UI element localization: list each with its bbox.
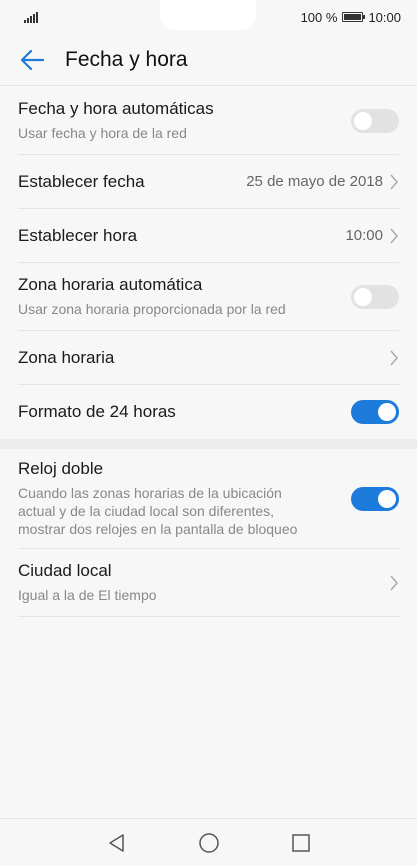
nav-recents-button[interactable] (287, 829, 315, 857)
setting-auto-datetime[interactable]: Fecha y hora automáticas Usar fecha y ho… (18, 87, 399, 155)
setting-format-24h[interactable]: Formato de 24 horas (18, 385, 399, 439)
page-title: Fecha y hora (65, 47, 188, 71)
chevron-right-icon (390, 350, 398, 365)
setting-dual-clock[interactable]: Reloj doble Cuando las zonas horarias de… (18, 449, 399, 549)
arrow-left-icon (20, 49, 44, 70)
setting-auto-datetime-title: Fecha y hora automáticas (18, 99, 214, 118)
app-bar: Fecha y hora (0, 34, 417, 86)
back-button[interactable] (17, 45, 47, 75)
clock: 10:00 (368, 9, 401, 25)
circle-home-icon (198, 832, 219, 853)
battery-icon (342, 12, 366, 22)
setting-set-date-title: Establecer fecha (18, 171, 145, 191)
setting-auto-timezone-title: Zona horaria automática (18, 275, 203, 294)
setting-home-city[interactable]: Ciudad local Igual a la de El tiempo (18, 549, 399, 617)
battery-percent: 100 % (300, 9, 338, 25)
setting-auto-timezone[interactable]: Zona horaria automática Usar zona horari… (18, 263, 399, 331)
dual-clock-toggle[interactable] (351, 486, 399, 511)
auto-datetime-toggle[interactable] (351, 108, 399, 133)
setting-dual-clock-subtitle-line2: actual y de la ciudad local son diferent… (18, 503, 275, 519)
setting-set-time-value: 10:00 (345, 227, 383, 244)
triangle-back-icon (108, 833, 124, 852)
setting-set-time-title: Establecer hora (18, 225, 138, 245)
setting-home-city-title: Ciudad local (18, 561, 112, 580)
setting-dual-clock-title: Reloj doble (18, 459, 104, 478)
setting-set-time[interactable]: Establecer hora 10:00 (18, 209, 399, 263)
setting-dual-clock-subtitle-line3: mostrar dos relojes en la pantalla de bl… (18, 521, 298, 537)
chevron-right-icon (390, 228, 398, 243)
format-24h-toggle[interactable] (351, 400, 399, 424)
setting-home-city-subtitle: Igual a la de El tiempo (18, 587, 157, 603)
nav-back-button[interactable] (103, 829, 131, 857)
square-recents-icon (291, 833, 310, 852)
navigation-bar (0, 818, 417, 866)
setting-format-24h-title: Formato de 24 horas (18, 402, 176, 421)
nav-home-button[interactable] (195, 829, 223, 857)
chevron-right-icon (390, 575, 398, 590)
setting-dual-clock-subtitle-line1: Cuando las zonas horarias de la ubicació… (18, 485, 282, 501)
setting-set-date[interactable]: Establecer fecha 25 de mayo de 2018 (18, 155, 399, 209)
settings-list: Fecha y hora automáticas Usar fecha y ho… (0, 87, 417, 617)
camera-notch (160, 0, 256, 30)
section-divider (0, 439, 417, 449)
chevron-right-icon (390, 174, 398, 189)
setting-timezone-title: Zona horaria (18, 347, 115, 367)
setting-auto-timezone-subtitle: Usar zona horaria proporcionada por la r… (18, 301, 286, 317)
auto-timezone-toggle[interactable] (351, 284, 399, 309)
signal-icon (24, 11, 38, 23)
setting-dual-clock-subtitle: Cuando las zonas horarias de la ubicació… (18, 484, 297, 538)
setting-set-date-value: 25 de mayo de 2018 (246, 173, 383, 190)
setting-auto-datetime-subtitle: Usar fecha y hora de la red (18, 125, 187, 141)
setting-timezone[interactable]: Zona horaria (18, 331, 399, 385)
status-right: 100 % 10:00 (301, 10, 401, 25)
